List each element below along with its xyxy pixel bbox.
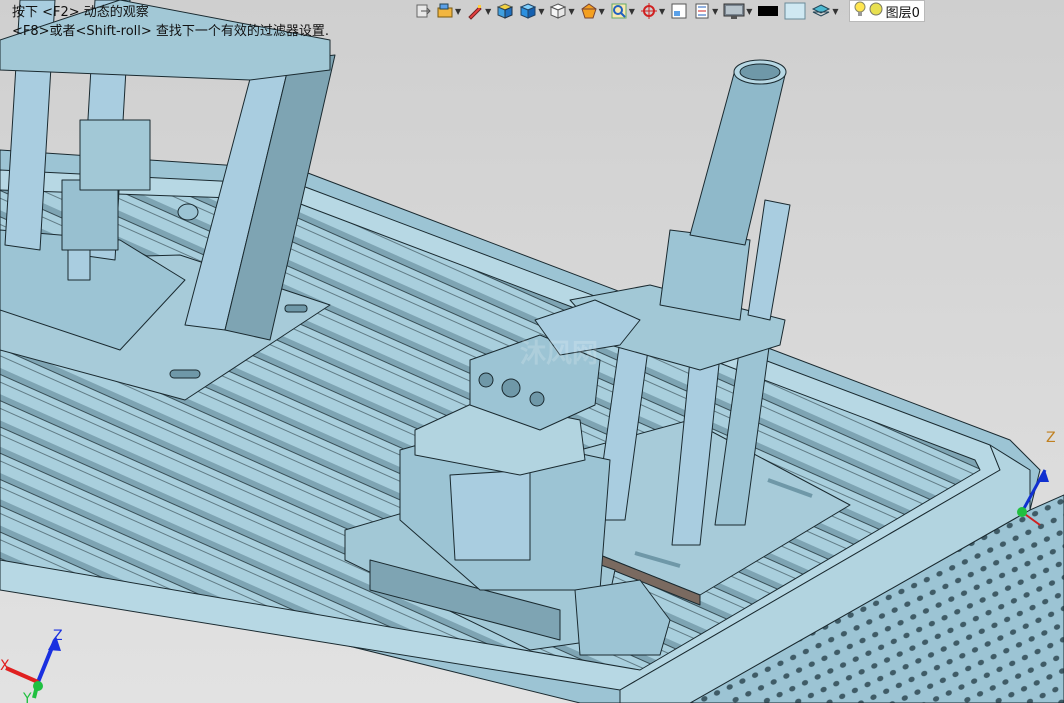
left-gripper: [79, 119, 151, 191]
view-triad-y-label: Y: [22, 691, 32, 703]
view-layout-icon[interactable]: [669, 1, 689, 21]
layers-icon[interactable]: ▼: [810, 1, 839, 21]
layer-name: 图层0: [885, 5, 920, 21]
black-color-swatch[interactable]: [756, 1, 780, 21]
watermark: 沐风网: [520, 339, 598, 369]
front-rail-unit: [449, 469, 531, 561]
sensor-port-2: [501, 378, 521, 398]
wireframe-cube-icon[interactable]: ▼: [548, 1, 575, 21]
view-triad-z-label: Z: [53, 628, 63, 644]
layer-selector[interactable]: 图层0: [848, 0, 925, 22]
target-icon[interactable]: ▼: [639, 1, 666, 21]
left-knob: [177, 203, 199, 221]
triad-z-label: Z: [1046, 430, 1056, 446]
shaded-cube-icon[interactable]: [495, 1, 515, 21]
zoom-fit-icon[interactable]: ▼: [609, 1, 636, 21]
sensor-port-3: [529, 391, 545, 407]
view-triad-origin: [33, 681, 43, 691]
view-triad-x-label: X: [0, 658, 10, 674]
sensor-port-1: [478, 372, 494, 388]
selection-filter-icon[interactable]: ▼: [435, 1, 462, 21]
ruler-icon[interactable]: ▼: [692, 1, 719, 21]
left-slot-1: [169, 369, 201, 379]
left-cylinder-rod: [67, 249, 91, 281]
monitor-icon[interactable]: ▼: [722, 1, 753, 21]
section-view-icon[interactable]: ▼: [579, 1, 606, 21]
layer-status-icon[interactable]: [869, 2, 883, 20]
exit-icon[interactable]: [414, 1, 432, 21]
light-color-swatch[interactable]: [783, 1, 807, 21]
triad-origin: [1017, 507, 1027, 517]
tube-bore: [739, 63, 781, 81]
3d-viewport[interactable]: 沐风网 Z Z X Y: [0, 0, 1064, 703]
view-toolbar: ▼ ▼ ▼ ▼ ▼ ▼ ▼ ▼ ▼ ▼ 图层0: [414, 0, 925, 22]
bulb-icon[interactable]: [854, 1, 866, 21]
left-slot-2: [284, 304, 308, 313]
sketch-pen-icon[interactable]: ▼: [465, 1, 492, 21]
blue-cube-icon[interactable]: ▼: [518, 1, 545, 21]
hint-line-2: <F8>或者<Shift-roll> 查找下一个有效的过滤器设置.: [12, 24, 330, 39]
hint-line-1: 按下 <F2> 动态的观察: [12, 5, 149, 20]
